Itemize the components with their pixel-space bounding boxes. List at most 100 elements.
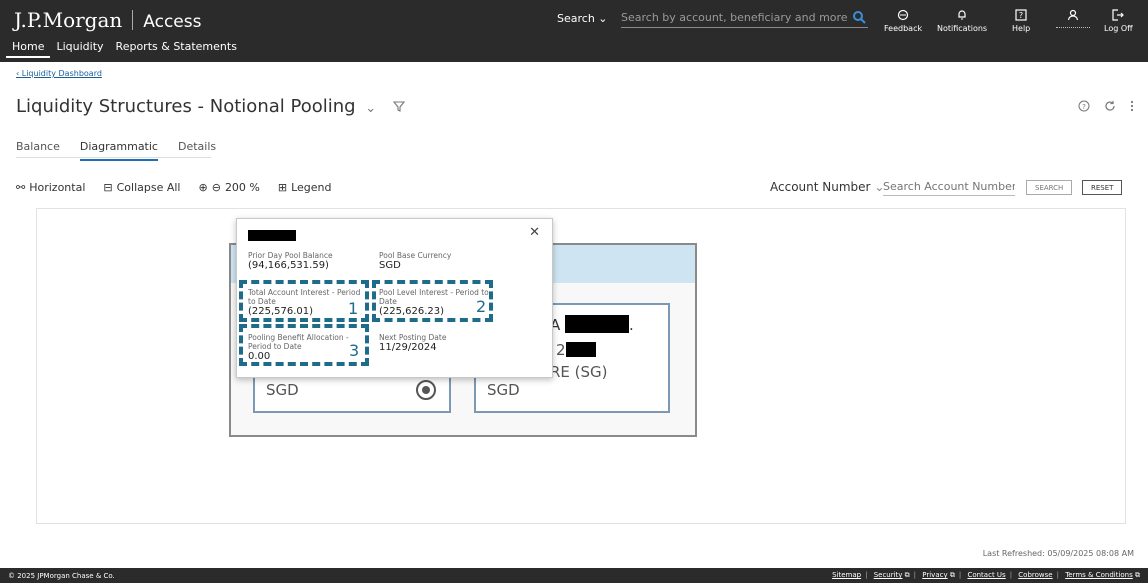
field-label: Prior Day Pool Balance	[248, 251, 333, 260]
more-options-icon[interactable]	[1130, 100, 1134, 112]
account-card-location: RE (SG)	[550, 363, 608, 381]
footer-link-privacy[interactable]: Privacy	[922, 571, 947, 579]
notifications-button[interactable]: Notifications	[937, 6, 987, 33]
target-icon[interactable]	[415, 379, 437, 401]
redacted-block	[565, 315, 630, 333]
reset-button[interactable]: RESET	[1082, 180, 1123, 195]
nav-home[interactable]: Home	[6, 40, 51, 58]
collapse-all-label: Collapse All	[116, 181, 181, 194]
collapse-icon: ⊟	[103, 181, 113, 194]
logoff-label: Log Off	[1104, 24, 1133, 33]
footer-divider: |	[1009, 571, 1013, 579]
hierarchy-icon: ⚯	[16, 181, 26, 194]
svg-text:?: ?	[1019, 11, 1023, 20]
footer-link-security[interactable]: Security	[874, 571, 903, 579]
help-circle-icon[interactable]: ?	[1078, 100, 1090, 112]
prior-day-balance: Prior Day Pool Balance (94,166,531.59)	[248, 251, 333, 272]
field-value: 11/29/2024	[379, 342, 437, 353]
user-icon	[1067, 9, 1079, 21]
account-card-currency: SGD	[266, 381, 299, 399]
footer: © 2025 JPMorgan Chase & Co. Sitemap | Sec…	[0, 568, 1148, 583]
external-link-icon: ⧉	[904, 571, 910, 579]
global-search-input[interactable]	[621, 8, 868, 28]
last-refreshed: Last Refreshed: 05/09/2025 08:08 AM	[982, 549, 1134, 558]
legend-button[interactable]: ⊞ Legend	[278, 181, 332, 194]
redacted-pool-name	[248, 230, 296, 241]
refresh-icon[interactable]	[1104, 100, 1116, 112]
footer-divider: |	[913, 571, 917, 579]
account-number-select[interactable]: Account Number ⌄	[770, 180, 884, 194]
external-link-icon: ⧉	[949, 571, 955, 579]
feedback-icon	[897, 9, 909, 21]
brand[interactable]: J.P.Morgan Access	[14, 8, 201, 32]
notifications-label: Notifications	[937, 24, 988, 33]
pool-base-currency: Pool Base Currency SGD	[379, 251, 451, 272]
title-chevron-down-icon[interactable]: ⌄	[365, 101, 376, 116]
field-label: Next Posting Date	[379, 333, 447, 342]
account-select-label: Account Number	[770, 180, 871, 194]
logoff-button[interactable]: Log Off	[1104, 6, 1133, 33]
product-name: Access	[143, 12, 202, 32]
footer-link-terms[interactable]: Terms & Conditions	[1065, 571, 1133, 579]
footer-link-contact[interactable]: Contact Us	[967, 571, 1005, 579]
account-search-input[interactable]	[883, 178, 1015, 196]
search-scope-dropdown[interactable]: Search ⌄	[557, 12, 608, 25]
tabs-divider	[16, 157, 211, 158]
chevron-down-icon: ⌄	[598, 12, 608, 25]
horizontal-label: Horizontal	[29, 181, 86, 194]
legend-label: Legend	[291, 181, 332, 194]
zoom-in-icon[interactable]: ⊕	[199, 181, 208, 194]
filter-icon[interactable]	[392, 99, 406, 113]
feedback-button[interactable]: Feedback	[884, 6, 922, 33]
zoom-out-icon[interactable]: ⊖	[212, 181, 221, 194]
help-icon: ?	[1015, 9, 1027, 21]
svg-text:?: ?	[1082, 103, 1086, 111]
footer-links: Sitemap | Security ⧉ | Privacy ⧉ | Contact …	[832, 571, 1140, 580]
breadcrumb-link[interactable]: Liquidity Dashboard	[22, 69, 102, 78]
brand-logo: J.P.Morgan	[14, 8, 123, 32]
nav-liquidity[interactable]: Liquidity	[50, 40, 109, 58]
copyright: © 2025 JPMorgan Chase & Co.	[8, 572, 115, 580]
footer-divider: |	[1056, 571, 1059, 579]
footer-divider: |	[958, 571, 962, 579]
search-button[interactable]: SEARCH	[1026, 180, 1073, 195]
footer-link-cobrowse[interactable]: Cobrowse	[1018, 571, 1052, 579]
zoom-level: 200 %	[224, 181, 260, 194]
close-icon[interactable]: ✕	[529, 225, 540, 240]
annotation-number-1: 1	[348, 299, 359, 318]
external-link-icon: ⧉	[1135, 571, 1140, 579]
account-card-number: 2	[556, 341, 596, 359]
redacted-block	[565, 342, 596, 357]
top-header: J.P.Morgan Access Home Liquidity Reports …	[0, 0, 1148, 62]
account-card-currency: SGD	[487, 381, 520, 399]
field-label: Pool Base Currency	[379, 251, 452, 260]
account-card-name: A .	[550, 315, 634, 334]
bell-icon	[958, 10, 966, 20]
footer-divider: |	[865, 571, 868, 579]
collapse-all-button[interactable]: ⊟ Collapse All	[103, 181, 180, 194]
search-icon[interactable]	[852, 10, 866, 24]
help-label: Help	[1012, 24, 1031, 33]
brand-divider	[132, 10, 134, 30]
footer-link-sitemap[interactable]: Sitemap	[832, 571, 861, 579]
next-posting-date: Next Posting Date 11/29/2024	[379, 333, 446, 354]
field-value: (94,166,531.59)	[248, 260, 329, 271]
user-profile-button[interactable]	[1056, 6, 1090, 28]
grid-icon: ⊞	[277, 181, 288, 194]
account-number-text: 2	[556, 341, 566, 359]
logoff-icon	[1112, 9, 1125, 21]
annotation-number-2: 2	[476, 297, 487, 316]
nav-reports[interactable]: Reports & Statements	[110, 40, 243, 58]
main-nav: Home Liquidity Reports & Statements	[6, 40, 243, 58]
page-title: Liquidity Structures - Notional Pooling	[16, 96, 356, 117]
page-title-bar: Liquidity Structures - Notional Pooling …	[16, 96, 406, 117]
horizontal-button[interactable]: ⚯ Horizontal	[16, 181, 85, 194]
zoom-controls: ⊕ ⊖ 200 %	[199, 181, 260, 194]
diagram-toolbar: ⚯ Horizontal ⊟ Collapse All ⊕ ⊖ 200 % ⊞ Legen…	[16, 181, 332, 194]
field-value: SGD	[379, 260, 401, 271]
help-button[interactable]: ? Help	[1012, 6, 1030, 33]
page-actions: ?	[1078, 100, 1134, 112]
breadcrumb[interactable]: ‹ Liquidity Dashboard	[16, 69, 102, 78]
annotation-number-3: 3	[349, 341, 360, 360]
user-label	[1056, 24, 1090, 28]
